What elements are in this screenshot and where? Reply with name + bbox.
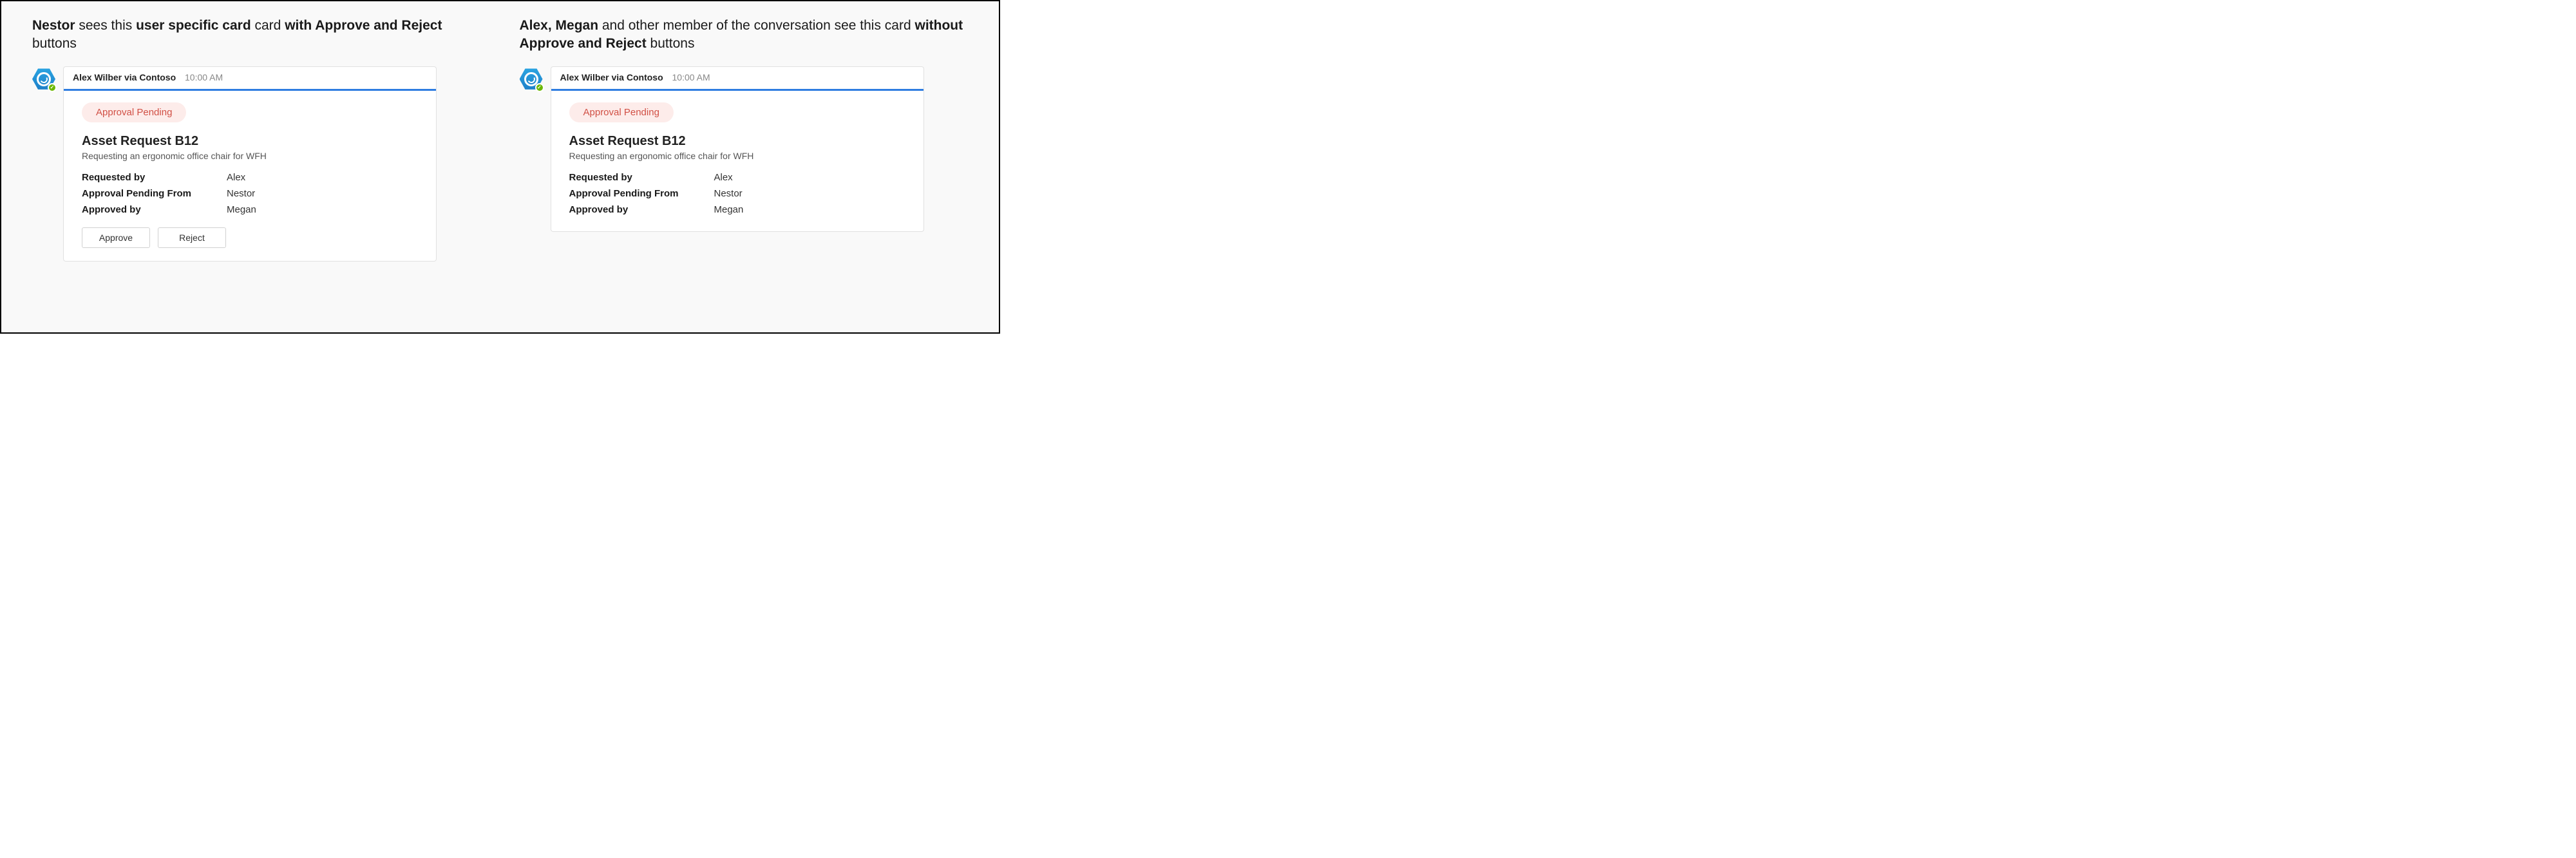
card-body: Approval Pending Asset Request B12 Reque…: [64, 91, 436, 262]
field-value: Alex: [714, 170, 733, 185]
field-label: Approved by: [82, 202, 227, 217]
message-timestamp: 10:00 AM: [185, 72, 223, 82]
field-row: Approval Pending From Nestor: [569, 186, 905, 201]
field-label: Approved by: [569, 202, 714, 217]
field-value: Nestor: [714, 186, 743, 201]
reject-button[interactable]: Reject: [158, 227, 226, 248]
field-label: Requested by: [569, 170, 714, 185]
field-row: Requested by Alex: [569, 170, 905, 185]
adaptive-card-with-actions: Alex Wilber via Contoso 10:00 AM Approva…: [63, 66, 437, 262]
field-value: Megan: [714, 202, 744, 217]
card-header: Alex Wilber via Contoso 10:00 AM: [64, 67, 436, 89]
request-title: Asset Request B12: [82, 134, 418, 149]
left-column: Nestor sees this user specific card card…: [32, 17, 481, 262]
card-header: Alex Wilber via Contoso 10:00 AM: [551, 67, 923, 89]
field-row: Approval Pending From Nestor: [82, 186, 418, 201]
field-value: Alex: [227, 170, 245, 185]
comparison-frame: Nestor sees this user specific card card…: [0, 0, 1000, 334]
field-value: Megan: [227, 202, 256, 217]
presence-available-icon: [48, 83, 57, 92]
sender-name: Alex Wilber via Contoso: [73, 72, 176, 82]
action-button-row: Approve Reject: [82, 227, 418, 248]
field-row: Approved by Megan: [569, 202, 905, 217]
presence-available-icon: [535, 83, 544, 92]
approve-button[interactable]: Approve: [82, 227, 150, 248]
field-label: Approval Pending From: [569, 186, 714, 201]
left-caption: Nestor sees this user specific card card…: [32, 17, 481, 53]
bot-avatar: [32, 68, 55, 91]
field-row: Requested by Alex: [82, 170, 418, 185]
request-description: Requesting an ergonomic office chair for…: [82, 151, 418, 161]
bot-avatar: [520, 68, 543, 91]
request-title: Asset Request B12: [569, 134, 905, 149]
adaptive-card-no-actions: Alex Wilber via Contoso 10:00 AM Approva…: [551, 66, 924, 233]
right-caption: Alex, Megan and other member of the conv…: [520, 17, 969, 53]
request-description: Requesting an ergonomic office chair for…: [569, 151, 905, 161]
status-badge: Approval Pending: [569, 102, 674, 122]
right-card-row: Alex Wilber via Contoso 10:00 AM Approva…: [520, 66, 969, 233]
field-label: Requested by: [82, 170, 227, 185]
field-label: Approval Pending From: [82, 186, 227, 201]
field-value: Nestor: [227, 186, 255, 201]
card-body: Approval Pending Asset Request B12 Reque…: [551, 91, 923, 232]
message-timestamp: 10:00 AM: [672, 72, 710, 82]
field-row: Approved by Megan: [82, 202, 418, 217]
status-badge: Approval Pending: [82, 102, 186, 122]
sender-name: Alex Wilber via Contoso: [560, 72, 663, 82]
right-column: Alex, Megan and other member of the conv…: [520, 17, 969, 232]
left-card-row: Alex Wilber via Contoso 10:00 AM Approva…: [32, 66, 481, 262]
